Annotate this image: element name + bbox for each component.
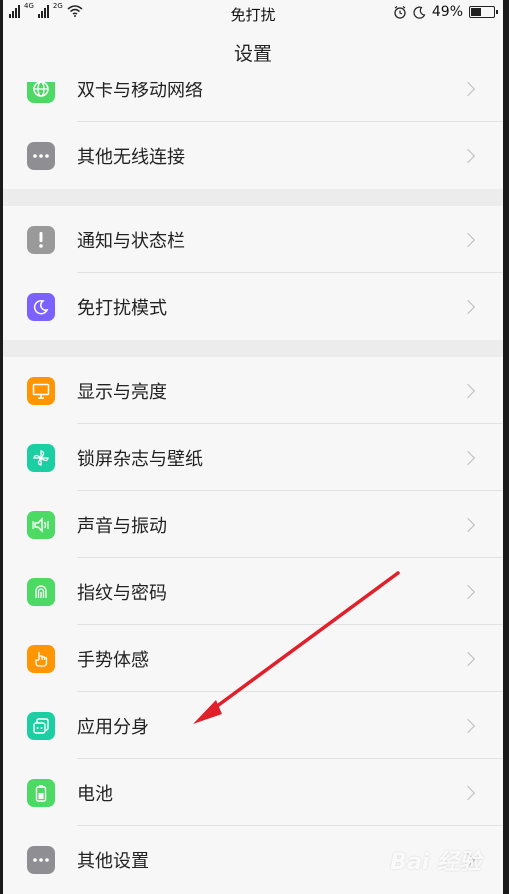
watermark: Bai 经验	[390, 850, 481, 875]
annotation-arrow	[193, 571, 400, 724]
